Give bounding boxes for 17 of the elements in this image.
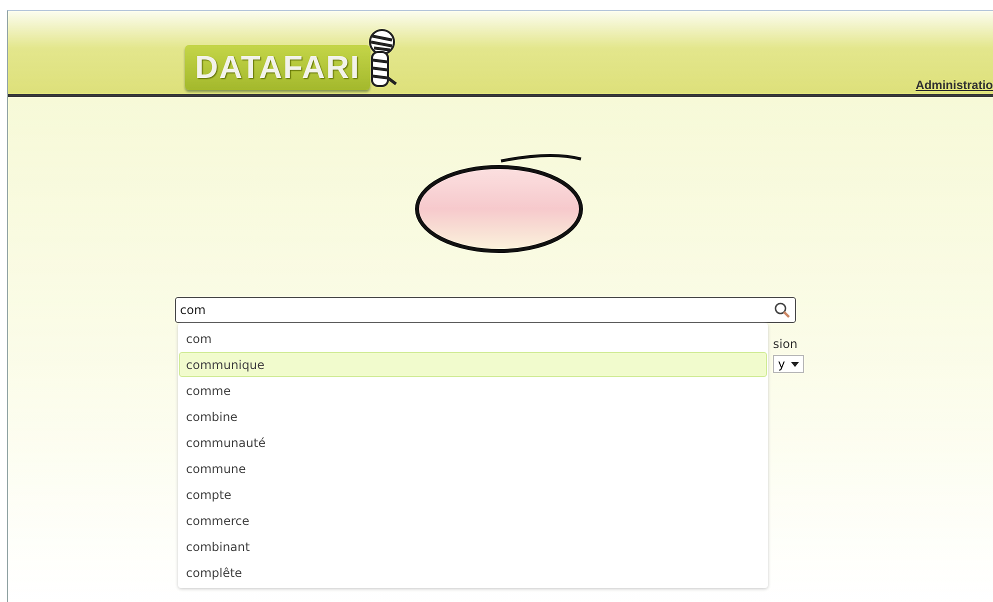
suggestion-item[interactable]: complête xyxy=(179,560,767,585)
suggestion-item[interactable]: compte xyxy=(179,482,767,507)
suggestion-item[interactable]: communauté xyxy=(179,430,767,455)
suggestion-item[interactable]: commerce xyxy=(179,508,767,533)
suggestion-item[interactable]: combine xyxy=(179,404,767,429)
logo: DATAFARI xyxy=(185,45,370,90)
suggestion-item[interactable]: communique xyxy=(179,352,767,377)
option-label: sion xyxy=(773,337,798,351)
administration-link[interactable]: Administratio xyxy=(916,78,993,92)
suggestion-item[interactable]: com xyxy=(179,326,767,351)
search-field[interactable]: com xyxy=(175,297,796,323)
suggestion-item[interactable]: combinant xyxy=(179,534,767,559)
search-icon[interactable] xyxy=(774,302,790,318)
suggestion-item[interactable]: comme xyxy=(179,378,767,403)
caret-icon xyxy=(791,362,800,366)
option-select[interactable]: y xyxy=(773,355,804,373)
suggestion-item[interactable]: commune xyxy=(179,456,767,481)
